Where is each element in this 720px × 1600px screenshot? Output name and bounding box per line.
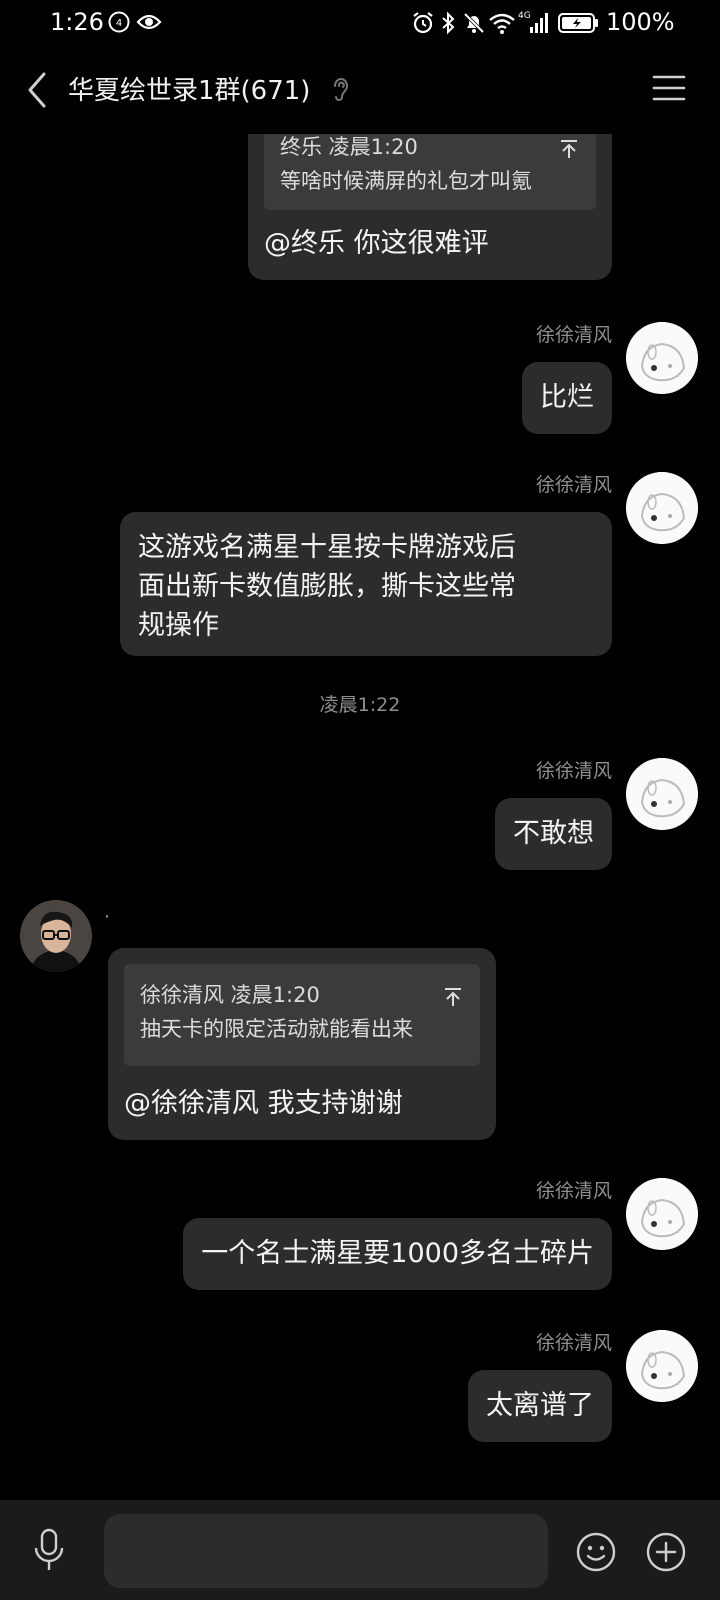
battery-icon [558, 12, 600, 38]
status-bar: 1:26 4 4G 100% [0, 0, 720, 46]
message-text-line: 规操作 [138, 610, 219, 641]
status-time: 1:26 [50, 8, 104, 36]
alarm-icon [411, 11, 435, 39]
eye-icon [136, 12, 162, 36]
avatar[interactable] [626, 758, 698, 830]
signal-4g-icon: 4G [518, 9, 550, 39]
quote-text: 等啥时候满屏的礼包才叫氪 [280, 169, 532, 193]
message-text: @徐徐清风 我支持谢谢 [124, 1088, 403, 1119]
message-list[interactable]: 终乐 凌晨1:20 等啥时候满屏的礼包才叫氪 @终乐 你这很难评 徐徐清风 比烂… [0, 134, 720, 1500]
menu-icon[interactable] [652, 74, 686, 106]
quote-author: 终乐 凌晨1:20 [280, 135, 418, 159]
message-bubble[interactable]: 一个名士满星要1000多名士碎片 [183, 1218, 612, 1290]
message-input[interactable] [104, 1514, 548, 1588]
wifi-icon [488, 11, 516, 39]
avatar[interactable] [626, 322, 698, 394]
sender-name: 徐徐清风 [535, 1332, 612, 1354]
message-bubble[interactable]: 比烂 [522, 362, 612, 434]
message-bubble[interactable]: 这游戏名满星十星按卡牌游戏后 面出新卡数值膨胀，撕卡这些常 规操作 [120, 512, 612, 656]
quoted-message[interactable]: 徐徐清风 凌晨1:20 抽天卡的限定活动就能看出来 [124, 964, 480, 1066]
avatar[interactable] [626, 1330, 698, 1402]
quoted-message[interactable]: 终乐 凌晨1:20 等啥时候满屏的礼包才叫氪 [264, 134, 596, 210]
sender-name: 徐徐清风 [535, 760, 612, 782]
sender-name: 徐徐清风 [535, 324, 612, 346]
back-icon[interactable] [24, 70, 48, 114]
dnd-badge-icon: 4 [108, 11, 130, 37]
avatar[interactable] [20, 900, 92, 972]
jump-to-quote-icon[interactable] [442, 984, 464, 1018]
input-bar [0, 1500, 720, 1600]
message-text: 太离谱了 [486, 1390, 594, 1421]
plus-icon[interactable] [646, 1532, 686, 1576]
timestamp: 凌晨1:22 [319, 694, 401, 716]
message-bubble[interactable]: 终乐 凌晨1:20 等啥时候满屏的礼包才叫氪 @终乐 你这很难评 [248, 134, 612, 280]
avatar[interactable] [626, 472, 698, 544]
sender-name: · [104, 906, 111, 928]
sender-name: 徐徐清风 [535, 1180, 612, 1202]
mute-icon [462, 11, 486, 39]
avatar[interactable] [626, 1178, 698, 1250]
battery-percentage: 100% [606, 8, 675, 36]
chat-header: 华夏绘世录1群(671) [0, 46, 720, 134]
message-text: @终乐 你这很难评 [264, 228, 489, 259]
svg-text:4G: 4G [518, 11, 531, 21]
message-text-line: 这游戏名满星十星按卡牌游戏后 [138, 532, 516, 563]
jump-to-quote-icon[interactable] [558, 136, 580, 170]
message-text: 比烂 [540, 382, 594, 413]
message-bubble[interactable]: 徐徐清风 凌晨1:20 抽天卡的限定活动就能看出来 @徐徐清风 我支持谢谢 [108, 948, 496, 1140]
mic-icon[interactable] [32, 1528, 66, 1576]
bluetooth-icon [440, 11, 456, 39]
emoji-icon[interactable] [576, 1532, 616, 1576]
message-bubble[interactable]: 不敢想 [495, 798, 612, 870]
message-text-line: 面出新卡数值膨胀，撕卡这些常 [138, 571, 516, 602]
svg-text:4: 4 [116, 18, 122, 29]
ear-icon [330, 75, 350, 107]
message-text: 不敢想 [513, 818, 594, 849]
chat-title[interactable]: 华夏绘世录1群(671) [68, 70, 310, 107]
message-text: 一个名士满星要1000多名士碎片 [201, 1238, 594, 1269]
quote-text: 抽天卡的限定活动就能看出来 [140, 1017, 413, 1041]
quote-author: 徐徐清风 凌晨1:20 [140, 983, 320, 1007]
message-bubble[interactable]: 太离谱了 [468, 1370, 612, 1442]
sender-name: 徐徐清风 [535, 474, 612, 496]
